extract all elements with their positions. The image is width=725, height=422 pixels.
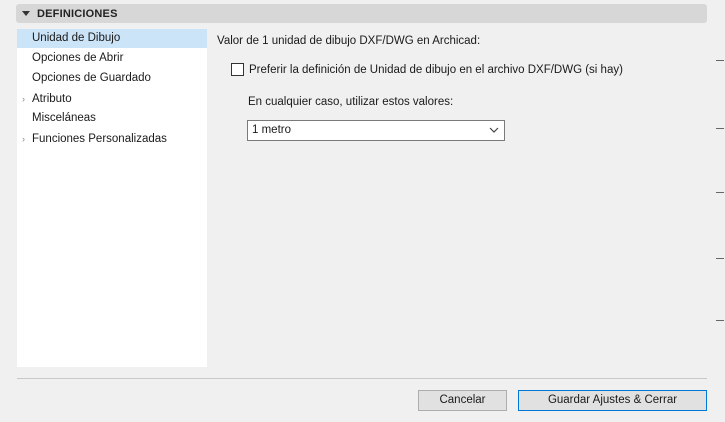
prefer-file-unit-checkbox[interactable]: [231, 63, 244, 76]
sidebar-item-label: Funciones Personalizadas: [32, 133, 167, 145]
unit-select[interactable]: 1 metro: [247, 120, 505, 141]
sidebar-item-opciones-de-guardado[interactable]: Opciones de Guardado: [17, 69, 207, 88]
edge-mark: [716, 258, 724, 259]
edge-mark: [716, 192, 724, 193]
section-header-definiciones[interactable]: DEFINICIONES: [16, 4, 707, 23]
edge-mark: [716, 128, 724, 129]
chevron-down-icon: [489, 127, 499, 133]
sidebar-item-label: Misceláneas: [32, 112, 96, 124]
caret-down-icon: [22, 11, 30, 16]
sidebar-item-label: Unidad de Dibujo: [32, 32, 121, 44]
fallback-values-label: En cualquier caso, utilizar estos valore…: [248, 96, 454, 108]
window-edge: [711, 0, 725, 422]
section-title: DEFINICIONES: [37, 7, 118, 20]
edge-mark: [716, 320, 724, 321]
prefer-file-unit-label: Preferir la definición de Unidad de dibu…: [249, 63, 623, 76]
unit-select-value: 1 metro: [252, 124, 291, 136]
prefer-file-unit-option[interactable]: Preferir la definición de Unidad de dibu…: [231, 63, 623, 76]
sidebar: Unidad de Dibujo Opciones de Abrir Opcio…: [17, 29, 207, 367]
sidebar-item-label: Opciones de Guardado: [32, 72, 151, 84]
save-and-close-button[interactable]: Guardar Ajustes & Cerrar: [518, 390, 707, 411]
sidebar-item-atributo[interactable]: › Atributo: [17, 90, 207, 109]
chevron-right-icon[interactable]: ›: [22, 130, 25, 149]
settings-dialog: DEFINICIONES Unidad de Dibujo Opciones d…: [0, 0, 725, 422]
cancel-button[interactable]: Cancelar: [418, 390, 507, 411]
footer-divider: [17, 378, 707, 379]
sidebar-item-label: Atributo: [32, 93, 72, 105]
sidebar-item-opciones-de-abrir[interactable]: Opciones de Abrir: [17, 49, 207, 68]
unit-heading: Valor de 1 unidad de dibujo DXF/DWG en A…: [217, 35, 481, 47]
sidebar-item-miscelaneas[interactable]: Misceláneas: [17, 109, 207, 128]
sidebar-item-label: Opciones de Abrir: [32, 52, 124, 64]
chevron-right-icon[interactable]: ›: [22, 90, 25, 109]
sidebar-item-unidad-de-dibujo[interactable]: Unidad de Dibujo: [17, 29, 207, 48]
edge-mark: [716, 60, 724, 61]
sidebar-item-funciones-personalizadas[interactable]: › Funciones Personalizadas: [17, 130, 207, 149]
